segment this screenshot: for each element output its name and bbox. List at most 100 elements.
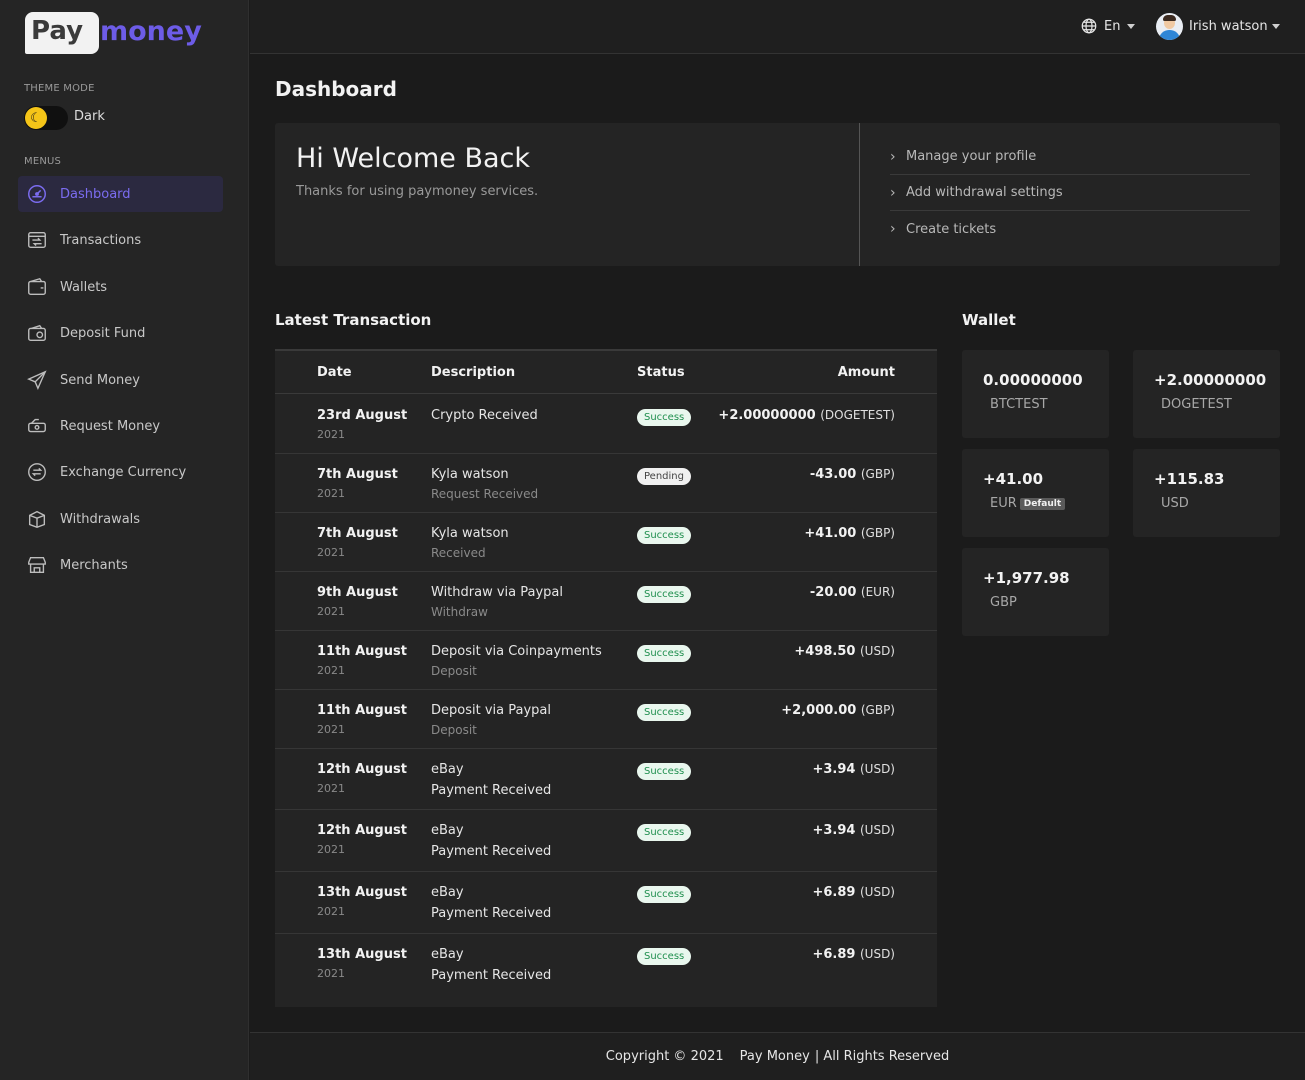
send-icon	[26, 369, 48, 391]
wallet-balance: +41.00	[983, 470, 1044, 488]
row-description: eBay	[431, 947, 464, 962]
menus-label: MENUS	[24, 156, 62, 167]
wallet-currency: EUR	[990, 496, 1017, 511]
status-badge: Success	[637, 824, 692, 841]
chevron-down-icon	[1271, 24, 1280, 29]
transactions-table: Date Description Status Amount 23rd Augu…	[275, 349, 937, 1007]
wallet-card-btctest[interactable]: 0.00000000 BTCTEST	[962, 350, 1109, 438]
row-description: Withdraw via Paypal	[431, 585, 563, 600]
header-amount: Amount	[837, 365, 895, 380]
footer-brand-link[interactable]: Pay Money	[740, 1049, 810, 1064]
sidebar-item-send-money[interactable]: Send Money	[18, 362, 223, 398]
request-money-icon	[26, 415, 48, 437]
language-value: En	[1104, 18, 1121, 34]
chevron-down-icon	[1127, 23, 1136, 29]
sidebar-item-withdrawals[interactable]: Withdrawals	[18, 501, 223, 537]
status-badge: Success	[637, 645, 692, 662]
paymoney-logo[interactable]: Pay money	[25, 12, 202, 56]
row-date: 7th August	[317, 467, 398, 482]
sidebar-item-merchants[interactable]: Merchants	[18, 547, 223, 583]
row-year: 2021	[317, 843, 345, 856]
row-date: 12th August	[317, 762, 407, 777]
language-selector[interactable]: En	[1080, 17, 1136, 35]
status-badge: Success	[637, 948, 692, 965]
transactions-icon	[26, 229, 48, 251]
row-subtitle: Payment Received	[431, 844, 552, 859]
row-date: 11th August	[317, 644, 407, 659]
row-subtitle: Withdraw	[431, 605, 488, 619]
table-row[interactable]: 13th August 2021 eBay Payment Received S…	[275, 934, 937, 996]
sidebar-item-wallets[interactable]: Wallets	[18, 269, 223, 305]
row-amount: -20.00 (EUR)	[809, 585, 895, 600]
sidebar-item-label: Request Money	[60, 418, 161, 434]
row-description: Kyla watson	[431, 467, 509, 482]
status-badge: Success	[637, 704, 692, 721]
sidebar-item-label: Withdrawals	[60, 511, 141, 527]
table-row[interactable]: 7th August 2021 Kyla watson Request Rece…	[275, 454, 937, 513]
sidebar-item-dashboard[interactable]: Dashboard	[18, 176, 223, 212]
link-label: Add withdrawal settings	[906, 185, 1063, 200]
wallet-icon	[26, 276, 48, 298]
header-status: Status	[637, 365, 685, 380]
row-year: 2021	[317, 605, 345, 618]
table-row[interactable]: 12th August 2021 eBay Payment Received S…	[275, 749, 937, 810]
sidebar-item-label: Transactions	[60, 232, 142, 248]
sidebar-item-label: Dashboard	[60, 186, 131, 202]
row-date: 13th August	[317, 947, 407, 962]
sidebar-item-transactions[interactable]: Transactions	[18, 222, 223, 258]
wallet-balance: +1,977.98	[983, 569, 1070, 587]
create-tickets-link[interactable]: › Create tickets	[890, 211, 1250, 247]
sidebar-item-exchange-currency[interactable]: Exchange Currency	[18, 454, 223, 490]
table-row[interactable]: 11th August 2021 Deposit via Paypal Depo…	[275, 690, 937, 749]
user-name: Irish watson	[1189, 19, 1268, 34]
latest-transaction-title: Latest Transaction	[275, 311, 432, 329]
manage-profile-link[interactable]: › Manage your profile	[890, 139, 1250, 175]
header-description: Description	[431, 365, 516, 380]
row-year: 2021	[317, 782, 345, 795]
wallet-card-dogetest[interactable]: +2.00000000 DOGETEST	[1133, 350, 1280, 438]
footer: Copyright © 2021 Pay Money | All Rights …	[250, 1032, 1305, 1080]
row-amount: +41.00 (GBP)	[804, 526, 895, 541]
wallet-currency: BTCTEST	[990, 397, 1048, 412]
wallet-card-usd[interactable]: +115.83 USD	[1133, 449, 1280, 537]
user-menu[interactable]: Irish watson	[1156, 13, 1280, 40]
row-subtitle: Request Received	[431, 487, 539, 501]
table-row[interactable]: 11th August 2021 Deposit via Coinpayment…	[275, 631, 937, 690]
deposit-icon	[26, 322, 48, 344]
wallet-balance: 0.00000000	[983, 371, 1083, 389]
table-row[interactable]: 7th August 2021 Kyla watson Received Suc…	[275, 513, 937, 572]
row-amount: +3.94 (USD)	[812, 823, 895, 838]
row-description: Deposit via Paypal	[431, 703, 551, 718]
sidebar-item-label: Wallets	[60, 279, 108, 295]
divider	[859, 123, 860, 266]
chevron-right-icon: ›	[890, 184, 896, 201]
topbar: En Irish watson	[250, 0, 1305, 54]
add-withdrawal-settings-link[interactable]: › Add withdrawal settings	[890, 175, 1250, 211]
row-subtitle: Deposit	[431, 664, 477, 678]
footer-copyright: Copyright © 2021	[605, 1049, 724, 1064]
row-year: 2021	[317, 487, 345, 500]
table-row[interactable]: 9th August 2021 Withdraw via Paypal With…	[275, 572, 937, 631]
row-subtitle: Payment Received	[431, 783, 552, 798]
table-row[interactable]: 12th August 2021 eBay Payment Received S…	[275, 810, 937, 872]
table-row[interactable]: 23rd August 2021 Crypto Received Success…	[275, 395, 937, 454]
header-date: Date	[317, 365, 352, 380]
row-amount: +2.00000000 (DOGETEST)	[718, 408, 895, 423]
table-row[interactable]: 13th August 2021 eBay Payment Received S…	[275, 872, 937, 934]
theme-toggle[interactable]: ☾	[24, 106, 68, 130]
welcome-card: Hi Welcome Back Thanks for using paymone…	[275, 123, 1280, 266]
wallet-currency: GBP	[990, 595, 1017, 610]
sidebar-item-deposit-fund[interactable]: Deposit Fund	[18, 315, 223, 351]
row-description: eBay	[431, 885, 464, 900]
row-year: 2021	[317, 664, 345, 677]
theme-value: Dark	[74, 109, 105, 124]
sidebar-item-request-money[interactable]: Request Money	[18, 408, 223, 444]
row-year: 2021	[317, 428, 345, 441]
wallet-card-gbp[interactable]: +1,977.98 GBP	[962, 548, 1109, 636]
row-amount: -43.00 (GBP)	[809, 467, 895, 482]
wallet-card-eur[interactable]: +41.00 EUR Default	[962, 449, 1109, 537]
row-description: Deposit via Coinpayments	[431, 644, 602, 659]
wallet-currency: USD	[1161, 496, 1189, 511]
row-date: 7th August	[317, 526, 398, 541]
wallet-currency: DOGETEST	[1161, 397, 1232, 412]
